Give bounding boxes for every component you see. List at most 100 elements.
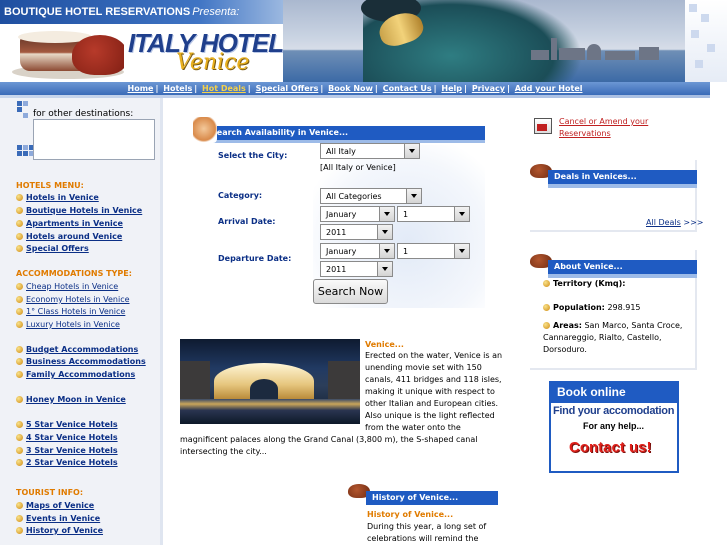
bullet-icon <box>16 194 23 201</box>
menu-family-accommodations[interactable]: Family Accommodations <box>16 370 135 379</box>
bullet-icon <box>16 459 23 466</box>
menu-5-star[interactable]: 5 Star Venice Hotels <box>16 420 118 429</box>
history-line: celebrations will remind the <box>367 534 479 543</box>
bullet-icon <box>16 358 23 365</box>
rialto-bridge-photo <box>180 339 360 424</box>
contact-us-text: Contact us! <box>569 439 652 456</box>
bullet-icon <box>16 321 23 328</box>
chevron-down-icon <box>454 244 469 258</box>
menu-cheap-hotels[interactable]: Cheap Hotels in Venice <box>16 282 118 291</box>
bullet-icon <box>16 245 23 252</box>
territory-label: Territory (Kmq): <box>553 279 626 288</box>
menu-apartments[interactable]: Apartments in Venice <box>16 219 123 228</box>
menu-luxury-hotels[interactable]: Luxury Hotels in Venice <box>16 320 120 329</box>
brand-title: BOUTIQUE HOTEL RESERVATIONS Presenta: <box>4 6 239 18</box>
territory-row: Territory (Kmq): <box>543 278 626 290</box>
menu-boutique-hotels[interactable]: Boutique Hotels in Venice <box>16 206 142 215</box>
menu-2-star[interactable]: 2 Star Venice Hotels <box>16 458 118 467</box>
destinations-field[interactable] <box>33 119 155 160</box>
category-select[interactable]: All Categories <box>320 188 422 204</box>
menu-business-accommodations[interactable]: Business Accommodations <box>16 357 146 366</box>
destinations-label: for other destinations: <box>33 109 134 119</box>
arrival-day-value: 1 <box>403 210 409 219</box>
bullet-icon <box>16 233 23 240</box>
search-now-button[interactable]: Search Now <box>313 279 388 304</box>
nav-hot-deals[interactable]: Hot Deals <box>202 84 246 93</box>
nav-special-offers[interactable]: Special Offers <box>256 84 319 93</box>
menu-hotels-in-venice[interactable]: Hotels in Venice <box>16 193 99 202</box>
nav-add-your-hotel[interactable]: Add your Hotel <box>515 84 583 93</box>
bullet-icon <box>16 396 23 403</box>
bullet-icon <box>543 280 550 287</box>
arrival-day-select[interactable]: 1 <box>397 206 470 222</box>
menu-3-star[interactable]: 3 Star Venice Hotels <box>16 446 118 455</box>
book-online-banner[interactable]: Book online Find your accomodation For a… <box>549 381 679 473</box>
nav-separator: | <box>320 84 324 93</box>
all-deals-link[interactable]: All Deals >>> <box>646 218 704 227</box>
arrival-year-select[interactable]: 2011 <box>320 224 393 240</box>
nav-separator: | <box>433 84 437 93</box>
departure-year-select[interactable]: 2011 <box>320 261 393 277</box>
article-line: making it unique with respect to <box>365 387 495 396</box>
chevron-down-icon <box>379 244 394 258</box>
arrival-month-select[interactable]: January <box>320 206 395 222</box>
menu-label: 3 Star Venice Hotels <box>26 446 118 455</box>
nav-hotels[interactable]: Hotels <box>163 84 192 93</box>
departure-day-select[interactable]: 1 <box>397 243 470 259</box>
menu-label: Boutique Hotels in Venice <box>26 206 143 215</box>
menu-history[interactable]: History of Venice <box>16 526 103 535</box>
departure-month-select[interactable]: January <box>320 243 395 259</box>
areas-label: Areas: <box>553 321 582 330</box>
menu-maps[interactable]: Maps of Venice <box>16 501 94 510</box>
menu-label: Budget Accommodations <box>26 345 139 354</box>
city-select[interactable]: All Italy <box>320 143 420 159</box>
menu-4-star[interactable]: 4 Star Venice Hotels <box>16 433 118 442</box>
cancel-line: Cancel or Amend your <box>559 117 649 126</box>
population-row: Population: 298.915 <box>543 302 641 314</box>
menu-first-class-hotels[interactable]: 1° Class Hotels in Venice <box>16 307 125 316</box>
find-accommodation-text: Find your accomodation <box>553 405 675 417</box>
menu-budget-accommodations[interactable]: Budget Accommodations <box>16 345 138 354</box>
arrival-year-value: 2011 <box>326 228 347 237</box>
italy-hotels-logo[interactable]: ITALY HOTELS Venice <box>128 28 300 78</box>
category-select-value: All Categories <box>326 192 382 201</box>
menu-label: 4 Star Venice Hotels <box>26 433 118 442</box>
bullet-icon <box>16 296 23 303</box>
menu-honey-moon[interactable]: Honey Moon in Venice <box>16 395 126 404</box>
bullet-icon <box>16 308 23 315</box>
menu-hotels-around[interactable]: Hotels around Venice <box>16 232 122 241</box>
reservation-card-icon <box>534 118 552 134</box>
main-nav: Home | Hotels | Hot Deals | Special Offers |… <box>0 82 710 95</box>
cancel-amend-link[interactable]: Cancel or Amend your Reservations <box>559 116 648 140</box>
menu-label: Honey Moon in Venice <box>26 395 126 404</box>
menu-label: Special Offers <box>26 244 89 253</box>
areas-line-2: Cannareggio, Rialto, Castello, <box>543 333 662 342</box>
bullet-icon <box>16 527 23 534</box>
areas-line-3: Dorsoduro. <box>543 345 587 354</box>
nav-separator: | <box>374 84 378 93</box>
menu-label: Family Accommodations <box>26 370 136 379</box>
article-line: other Italian and European cities. <box>365 399 499 408</box>
article-line: intersecting the city... <box>180 447 267 456</box>
venice-carnival-photo <box>283 0 685 82</box>
bullet-icon <box>16 447 23 454</box>
hotels-menu-title: HOTELS MENU: <box>16 181 84 190</box>
nav-contact-us[interactable]: Contact Us <box>383 84 432 93</box>
nav-book-now[interactable]: Book Now <box>328 84 373 93</box>
city-label: Select the City: <box>218 151 288 160</box>
history-title[interactable]: History of Venice... <box>367 510 453 519</box>
nav-help[interactable]: Help <box>441 84 462 93</box>
chevron-down-icon <box>404 144 419 158</box>
departure-day-value: 1 <box>403 247 409 256</box>
nav-home[interactable]: Home <box>128 84 154 93</box>
bullet-icon <box>16 371 23 378</box>
population-value: 298.915 <box>607 303 641 312</box>
menu-events[interactable]: Events in Venice <box>16 514 100 523</box>
chevron-down-icon <box>454 207 469 221</box>
nav-privacy[interactable]: Privacy <box>472 84 505 93</box>
menu-label: 1° Class Hotels in Venice <box>26 307 126 316</box>
menu-economy-hotels[interactable]: Economy Hotels in Venice <box>16 295 130 304</box>
menu-label: 2 Star Venice Hotels <box>26 458 118 467</box>
brand-name: BOUTIQUE HOTEL RESERVATIONS <box>4 6 191 18</box>
menu-special-offers[interactable]: Special Offers <box>16 244 89 253</box>
